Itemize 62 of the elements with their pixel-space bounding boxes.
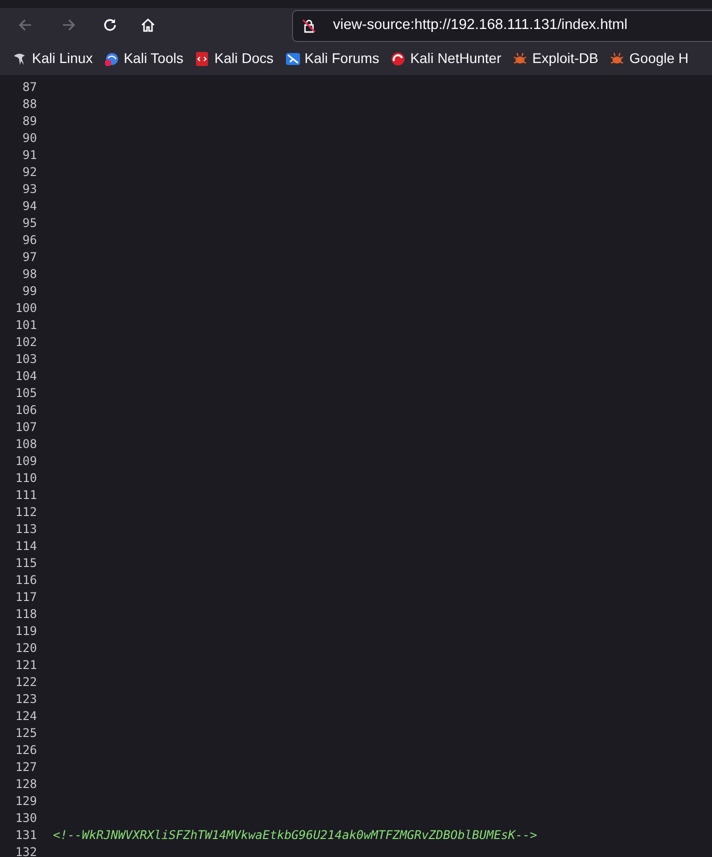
bookmark-link[interactable]: Google H xyxy=(609,48,689,69)
bookmark-link[interactable]: Kali Linux xyxy=(12,48,93,69)
line-number: 92 xyxy=(22,164,37,180)
bookmark-link[interactable]: Kali NetHunter xyxy=(390,48,502,69)
line-number: 129 xyxy=(14,792,37,810)
line-number: 102 xyxy=(14,334,37,350)
line-number: 121 xyxy=(14,656,37,674)
line-number: 125 xyxy=(14,724,37,742)
line-number: 118 xyxy=(14,606,37,622)
line-number: 117 xyxy=(14,588,37,606)
line-number: 113 xyxy=(14,520,37,538)
line-number: 122 xyxy=(14,674,37,690)
address-bar[interactable]: view-source:http://192.168.111.131/index.html xyxy=(292,10,712,42)
line-number: 128 xyxy=(14,776,37,792)
line-number: 89 xyxy=(22,112,37,130)
bookmark-link[interactable]: Kali Tools xyxy=(104,48,184,69)
line-number: 108 xyxy=(14,436,37,452)
line-number: 116 xyxy=(14,572,37,588)
line-number: 99 xyxy=(22,282,37,300)
line-number: 119 xyxy=(14,622,37,640)
line-number: 111 xyxy=(14,486,37,504)
line-number: 90 xyxy=(22,130,37,146)
bookmark-link[interactable]: Kali Docs xyxy=(194,48,274,69)
bookmark-link[interactable]: Kali Forums xyxy=(284,48,380,69)
line-number: 94 xyxy=(22,198,37,214)
line-number: 124 xyxy=(14,708,37,724)
bug-icon xyxy=(512,50,528,66)
line-number: 100 xyxy=(14,300,37,316)
bug-icon xyxy=(609,50,626,66)
line-number: 132 xyxy=(14,844,37,857)
line-number: 97 xyxy=(22,248,37,266)
line-number: 103 xyxy=(14,350,37,368)
line-number: 93 xyxy=(22,180,37,198)
line-number: 96 xyxy=(22,232,37,248)
swirl-icon xyxy=(390,50,406,66)
line-number: 126 xyxy=(14,742,37,758)
globe-icon xyxy=(104,50,120,66)
bookmark-link[interactable]: Exploit-DB xyxy=(512,48,598,69)
line-number: 127 xyxy=(14,758,37,776)
line-number: 115 xyxy=(14,554,37,572)
line-number: 110 xyxy=(14,470,37,486)
line-number: 131 xyxy=(14,826,37,844)
url-text: view-source:http://192.168.111.131/index.html xyxy=(333,16,628,36)
line-number: 106 xyxy=(14,402,37,418)
line-number: 95 xyxy=(22,214,37,232)
line-number: 87 xyxy=(22,78,37,96)
line-number: 123 xyxy=(14,690,37,708)
line-number: 130 xyxy=(14,810,37,826)
line-number: 104 xyxy=(14,368,37,384)
line-number: 91 xyxy=(22,146,37,164)
document-icon xyxy=(194,50,210,66)
insecure-lock-icon xyxy=(301,18,317,34)
line-number: 101 xyxy=(14,316,37,334)
line-number: 105 xyxy=(14,384,37,402)
html-comment: <!--WkRJNWVXRXliSFZhTW14MVkwaEtkbG96U214ak0wMTFZMGRvZDBOblBUMEsK--> xyxy=(53,826,538,844)
line-number: 98 xyxy=(22,266,37,282)
line-number: 107 xyxy=(14,418,37,436)
line-number: 120 xyxy=(14,640,37,656)
line-number: 88 xyxy=(22,96,37,112)
line-number: 109 xyxy=(14,452,37,470)
line-number: 114 xyxy=(14,538,37,554)
line-number: 112 xyxy=(14,504,37,520)
